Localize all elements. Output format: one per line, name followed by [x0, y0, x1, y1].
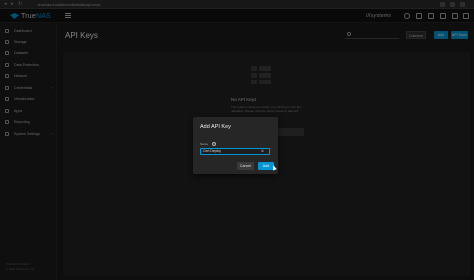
- cancel-button[interactable]: Cancel: [237, 162, 254, 170]
- dialog-title: Add API Key: [200, 124, 231, 130]
- name-input[interactable]: Cert Deploy: [200, 148, 270, 155]
- name-field-label: Name: [200, 142, 209, 146]
- clear-input-icon[interactable]: ⊗: [261, 149, 265, 153]
- help-icon[interactable]: ?: [212, 141, 216, 146]
